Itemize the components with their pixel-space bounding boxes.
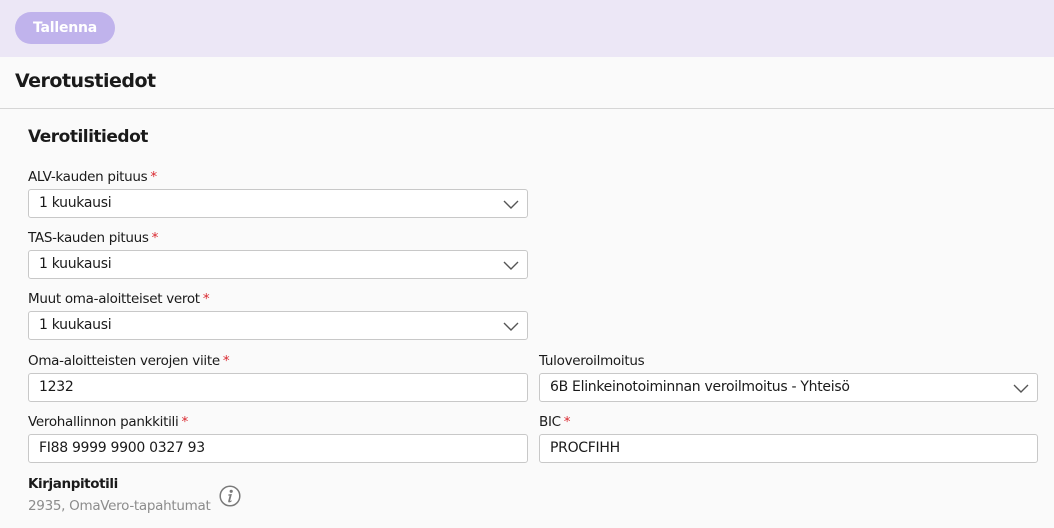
alv-period-select[interactable]: 1 kuukausi (28, 189, 528, 218)
page-title: Verotustiedot (15, 70, 156, 92)
alv-period-label: ALV-kauden pituus * (28, 169, 157, 185)
other-taxes-label-text: Muut oma-aloitteiset verot (28, 291, 200, 307)
tas-period-label: TAS-kauden pituus * (28, 230, 158, 246)
save-button[interactable]: Tallenna (15, 12, 115, 44)
tax-bank-account-value: FI88 9999 9900 0327 93 (39, 440, 205, 456)
section-title: Verotilitiedot (28, 127, 148, 147)
tax-reference-label: Oma-aloitteisten verojen viite * (28, 353, 230, 369)
tas-period-select[interactable]: 1 kuukausi (28, 250, 528, 279)
info-icon[interactable] (219, 485, 241, 507)
other-taxes-value: 1 kuukausi (39, 317, 112, 333)
income-tax-return-select[interactable]: 6B Elinkeinotoiminnan veroilmoitus - Yht… (539, 373, 1038, 402)
required-marker: * (181, 414, 188, 430)
tas-period-value: 1 kuukausi (39, 256, 112, 272)
income-tax-return-label-text: Tuloveroilmoitus (539, 353, 645, 369)
tax-reference-value: 1232 (39, 379, 74, 395)
alv-period-value: 1 kuukausi (39, 195, 112, 211)
required-marker: * (222, 353, 230, 369)
tas-period-label-text: TAS-kauden pituus (28, 230, 149, 246)
bic-value: PROCFIHH (550, 440, 620, 456)
ledger-account-label: Kirjanpitotili (28, 476, 118, 492)
required-marker: * (151, 230, 159, 246)
chevron-down-icon (503, 322, 519, 331)
income-tax-return-value: 6B Elinkeinotoiminnan veroilmoitus - Yht… (550, 379, 850, 395)
bic-label-text: BIC (539, 414, 561, 430)
chevron-down-icon (1013, 384, 1029, 393)
tax-bank-account-label: Verohallinnon pankkitili * (28, 414, 188, 430)
tax-reference-label-text: Oma-aloitteisten verojen viite (28, 353, 220, 369)
other-taxes-label: Muut oma-aloitteiset verot * (28, 291, 210, 307)
tax-reference-input[interactable]: 1232 (28, 373, 528, 402)
top-toolbar: Tallenna (0, 0, 1054, 57)
ledger-account-value: 2935, OmaVero-tapahtumat (28, 498, 211, 514)
tax-bank-account-label-text: Verohallinnon pankkitili (28, 414, 179, 430)
bic-label: BIC * (539, 414, 571, 430)
page-header: Verotustiedot (0, 57, 1054, 109)
bic-input[interactable]: PROCFIHH (539, 434, 1038, 463)
chevron-down-icon (503, 200, 519, 209)
tax-bank-account-input[interactable]: FI88 9999 9900 0327 93 (28, 434, 528, 463)
required-marker: * (150, 169, 157, 185)
required-marker: * (202, 291, 210, 307)
alv-period-label-text: ALV-kauden pituus (28, 169, 148, 185)
required-marker: * (563, 414, 571, 430)
income-tax-return-label: Tuloveroilmoitus (539, 353, 645, 369)
other-taxes-select[interactable]: 1 kuukausi (28, 311, 528, 340)
chevron-down-icon (503, 261, 519, 270)
